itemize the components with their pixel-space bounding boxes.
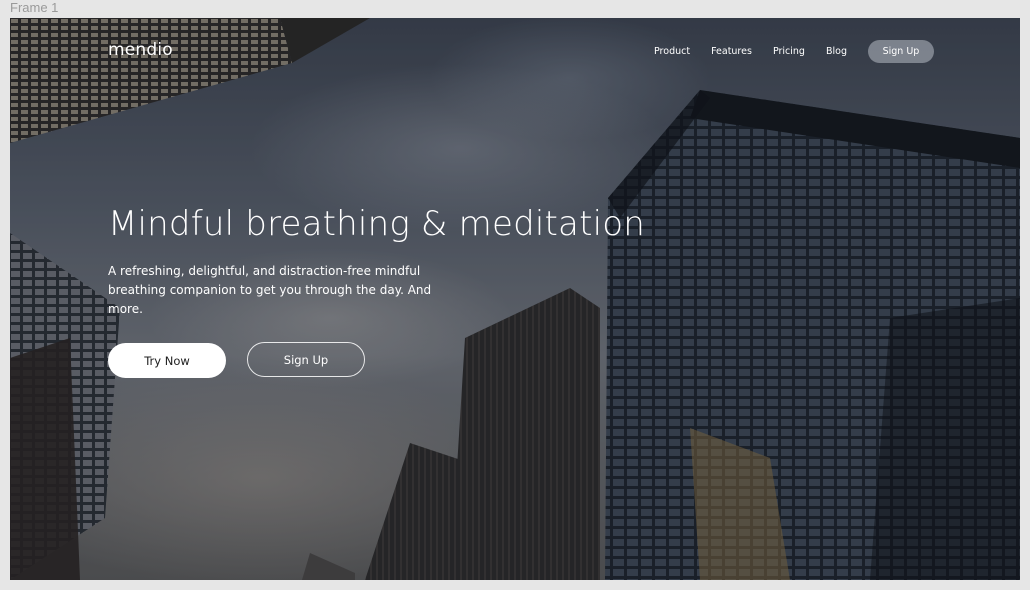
nav-link-product[interactable]: Product [654,41,690,63]
hero-frame: mendio Product Features Pricing Blog Sig… [10,18,1020,580]
try-now-button[interactable]: Try Now [108,343,226,378]
top-nav: Product Features Pricing Blog Sign Up [654,40,934,63]
hero-signup-button[interactable]: Sign Up [247,342,365,377]
nav-link-pricing[interactable]: Pricing [773,41,805,63]
nav-link-features[interactable]: Features [711,41,752,63]
hero-title: Mindful breathing & meditation [108,204,646,244]
nav-signup-button[interactable]: Sign Up [867,40,934,63]
frame-label: Frame 1 [10,0,59,15]
hero-subtitle: A refreshing, delightful, and distractio… [108,264,432,316]
brand-logo[interactable]: mendio [108,40,173,60]
nav-link-blog[interactable]: Blog [826,41,847,63]
